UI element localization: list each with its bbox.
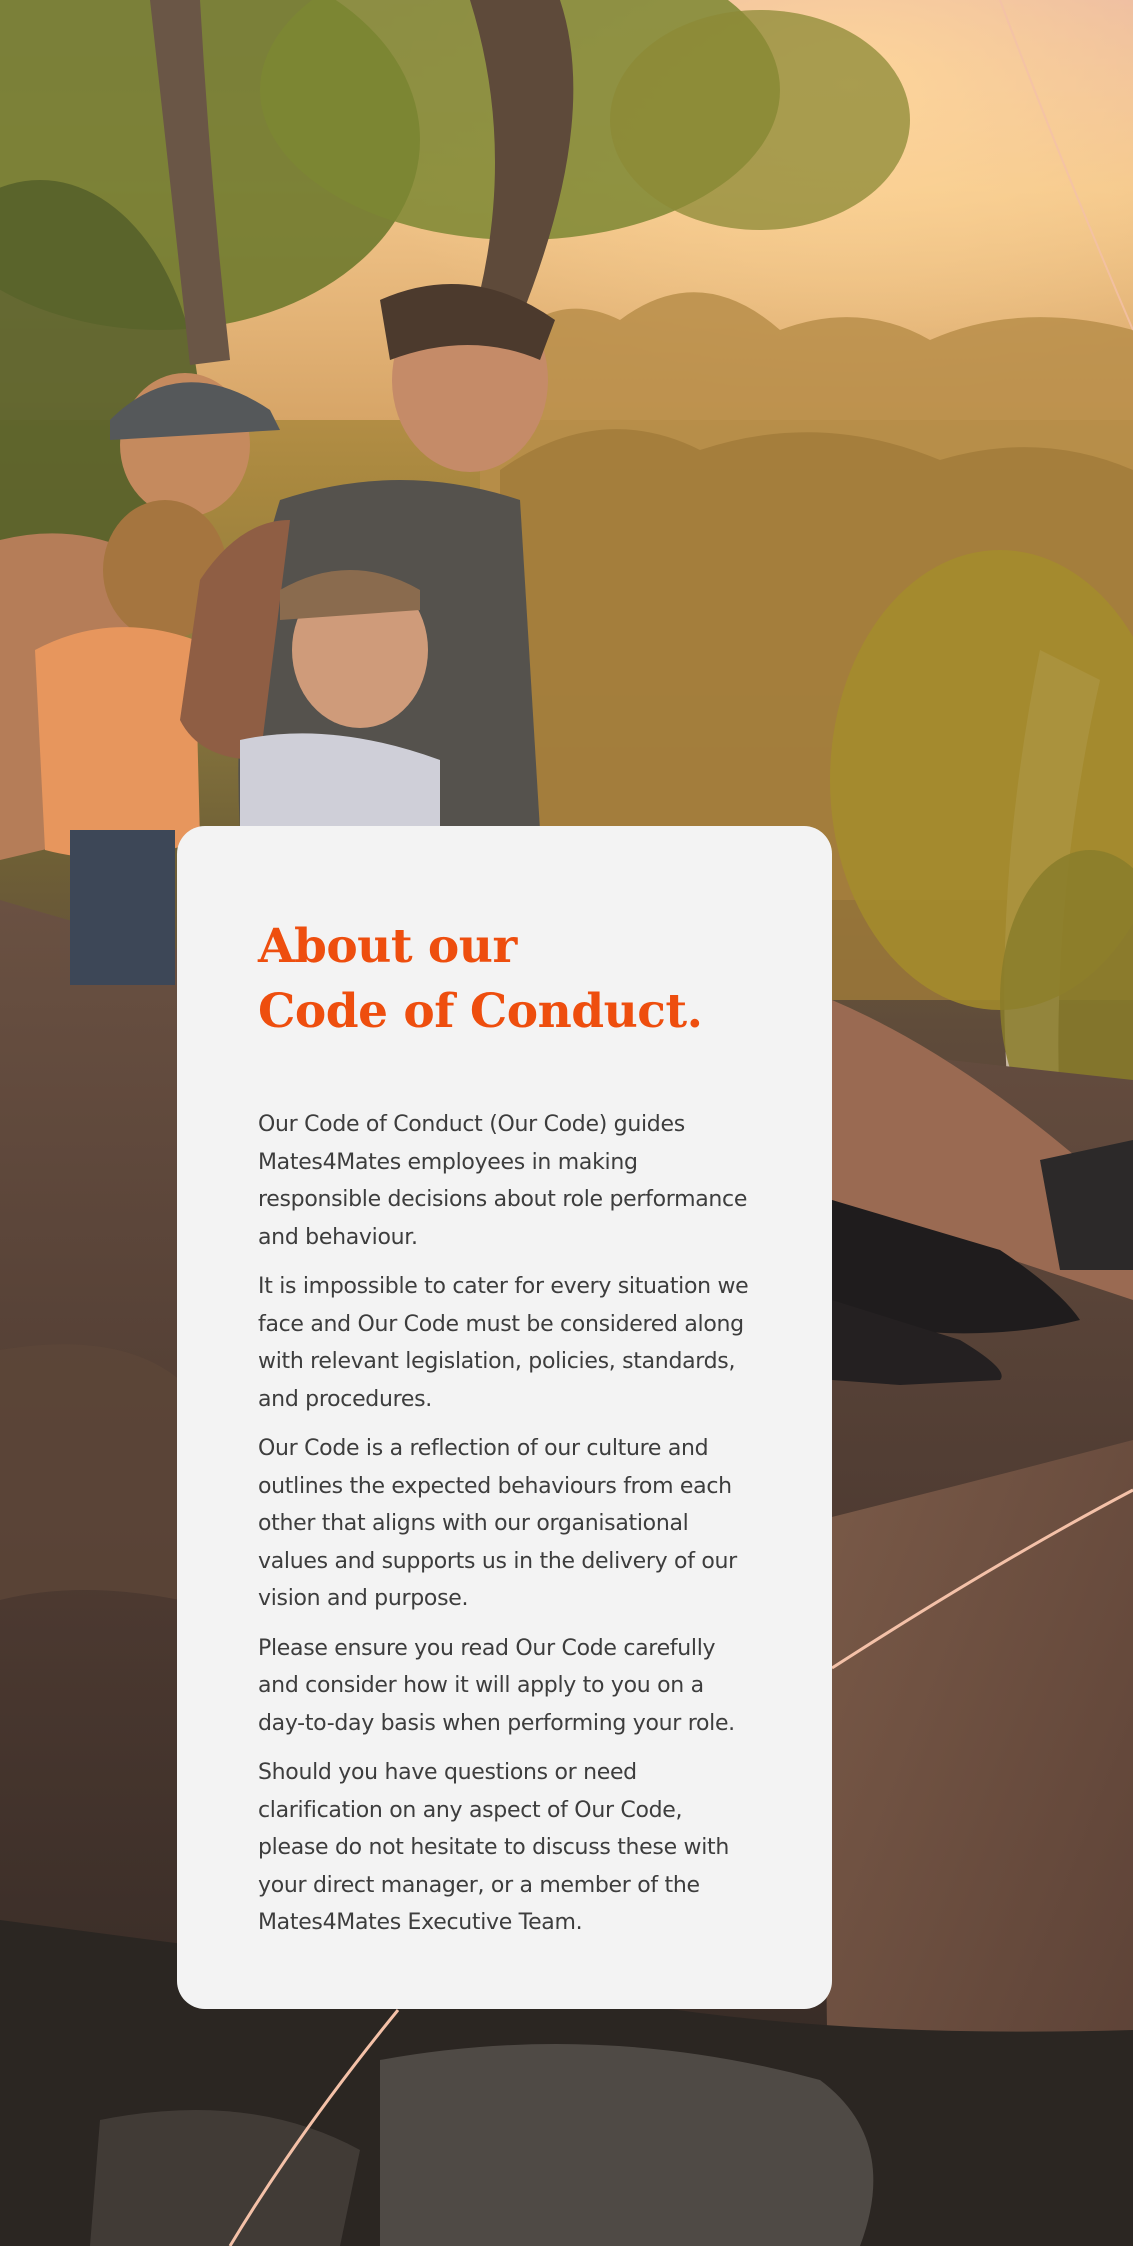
paragraph-1: Our Code of Conduct (Our Code) guides Ma… <box>258 1112 748 1250</box>
page-title: About our Code of Conduct. <box>258 914 752 1044</box>
paragraph-5: Should you have questions or need clarif… <box>258 1760 729 1935</box>
title-line-2: Code of Conduct. <box>258 984 703 1039</box>
title-line-1: About our <box>258 919 517 974</box>
paragraph-3: Our Code is a reflection of our culture … <box>258 1436 737 1611</box>
paragraph-4: Please ensure you read Our Code carefull… <box>258 1635 735 1736</box>
body-text: Our Code of Conduct (Our Code) guides Ma… <box>258 1106 752 1942</box>
paragraph-2: It is impossible to cater for every situ… <box>258 1274 749 1412</box>
code-of-conduct-card: About our Code of Conduct. Our Code of C… <box>177 826 832 2009</box>
